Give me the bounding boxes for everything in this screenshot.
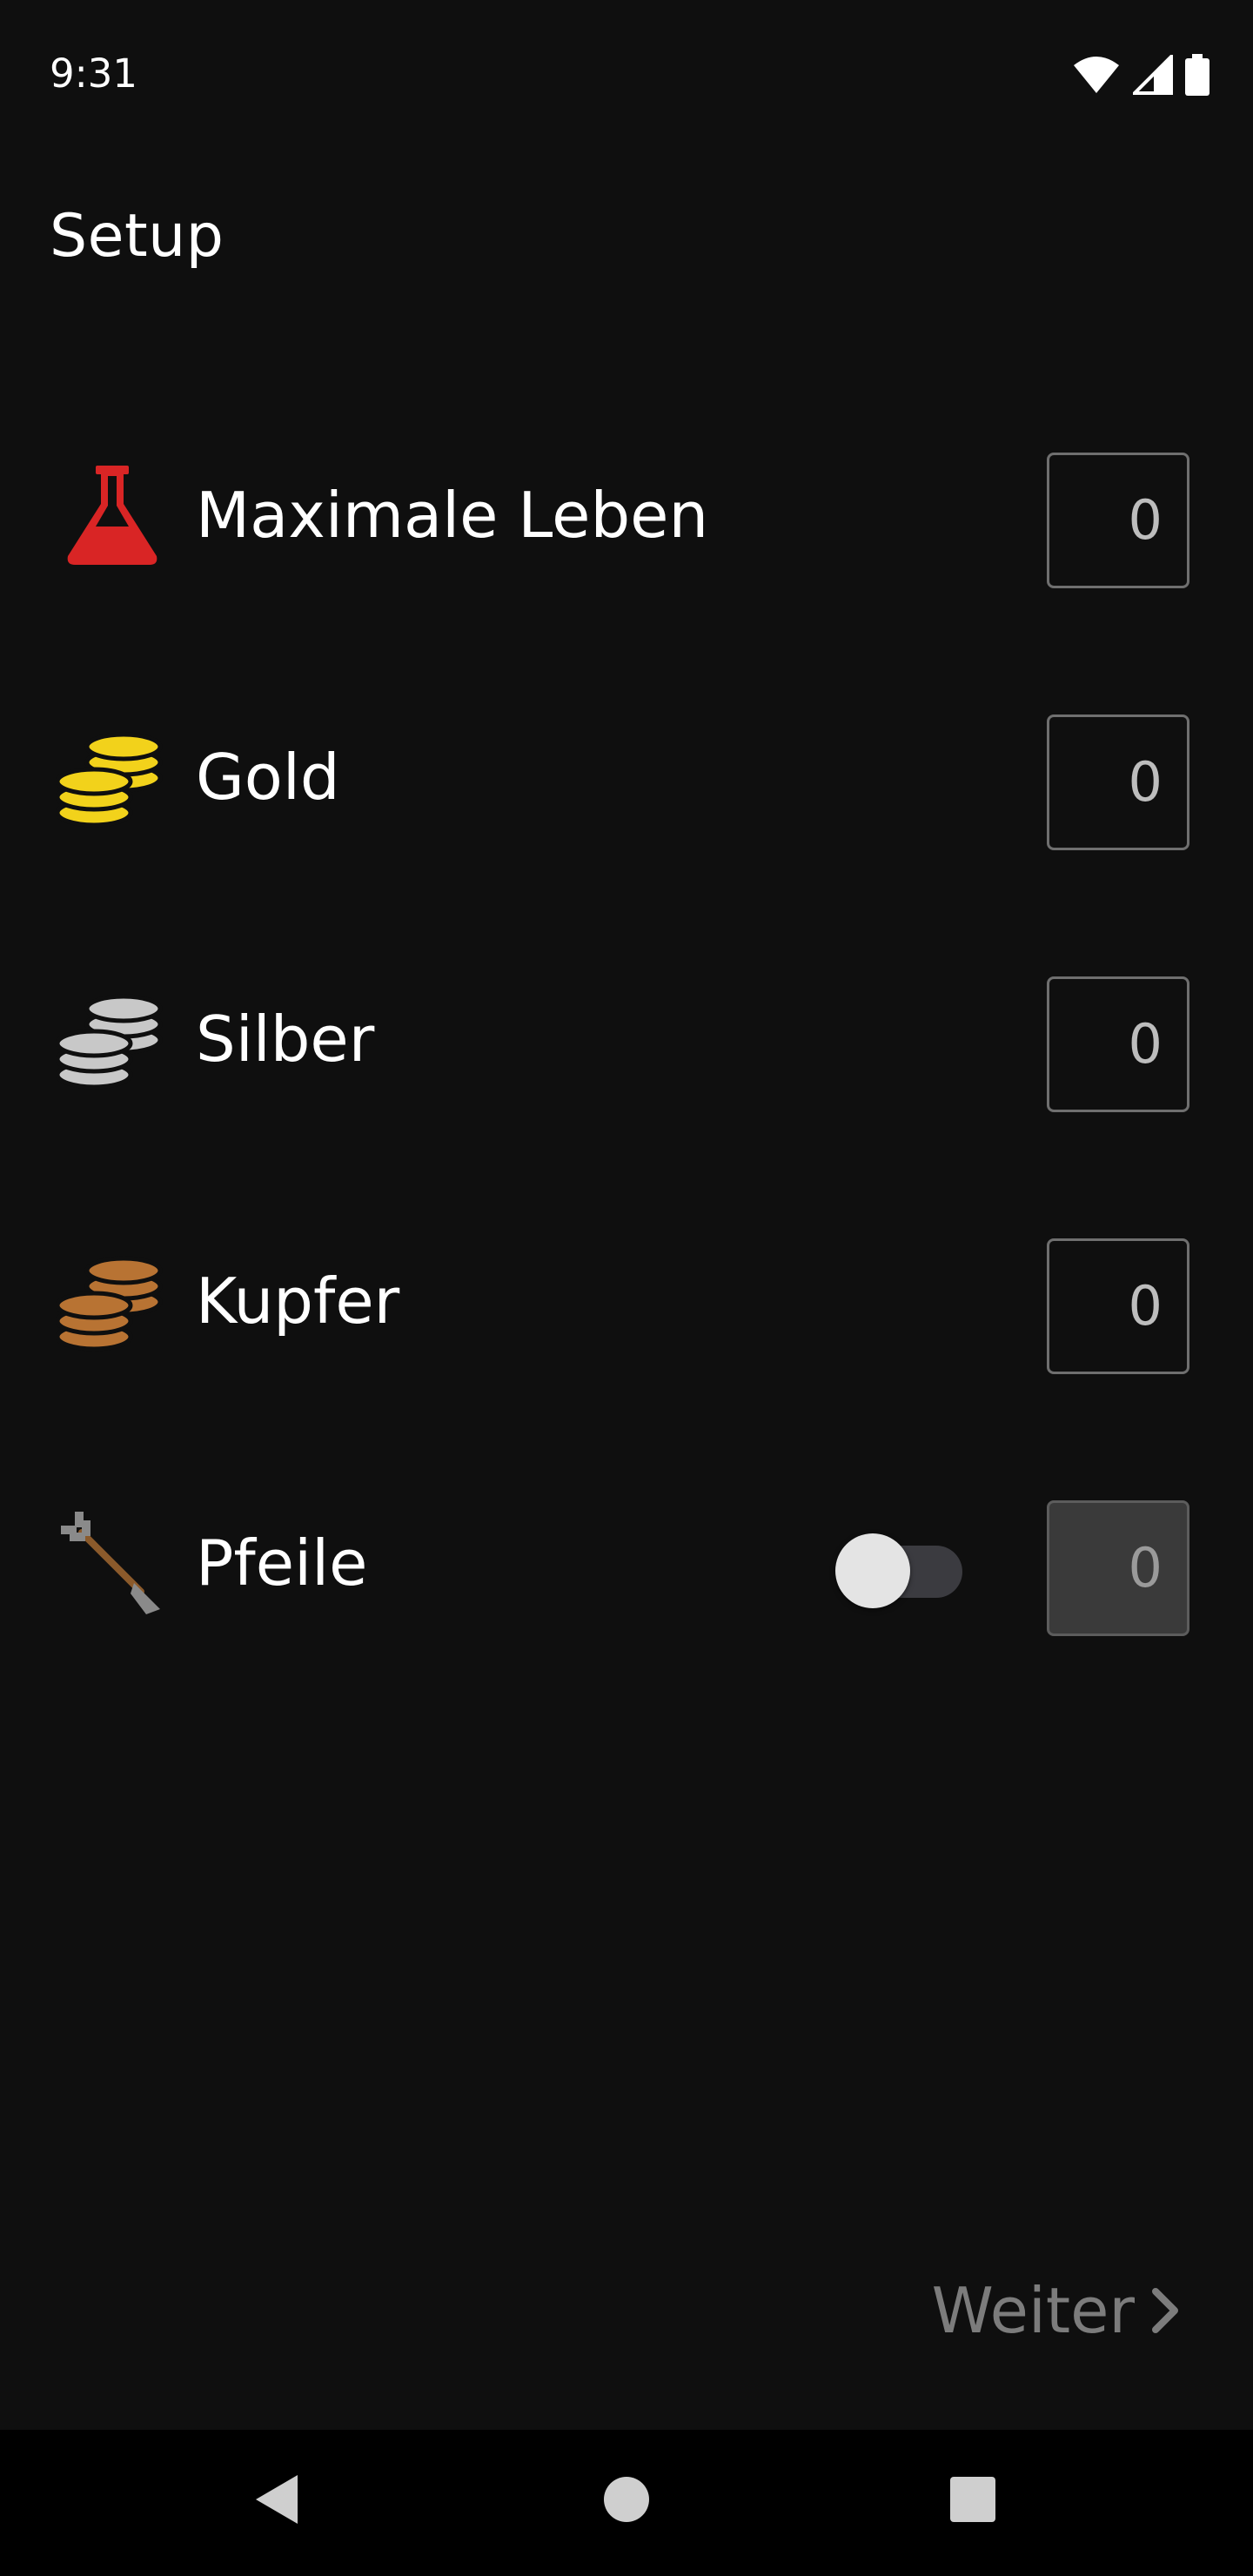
status-bar: 9:31: [0, 0, 1253, 148]
status-time: 9:31: [50, 50, 138, 97]
setting-row-silver: Silber 0: [0, 961, 1253, 1117]
signal-icon: [1133, 55, 1173, 95]
page-title: Setup: [50, 202, 224, 271]
arrows-toggle-thumb: [835, 1533, 910, 1608]
copper-input[interactable]: 0: [1047, 1238, 1189, 1374]
arrows-input: 0: [1047, 1500, 1189, 1636]
silver-input[interactable]: 0: [1047, 976, 1189, 1112]
status-icons: [1072, 52, 1209, 97]
silver-coins-icon: [56, 994, 163, 1090]
arrows-label: Pfeile: [196, 1526, 368, 1600]
recents-icon[interactable]: [938, 2465, 1008, 2534]
setting-row-gold: Gold 0: [0, 699, 1253, 855]
gold-coins-icon: [56, 732, 163, 828]
arrow-icon: [61, 1512, 160, 1614]
potion-flask-icon: [67, 466, 157, 565]
arrows-toggle[interactable]: [835, 1526, 962, 1608]
battery-icon: [1185, 54, 1209, 96]
setting-row-arrows: Pfeile 0: [0, 1485, 1253, 1641]
max-life-label: Maximale Leben: [196, 479, 709, 552]
setting-row-copper: Kupfer 0: [0, 1223, 1253, 1379]
back-icon[interactable]: [244, 2465, 313, 2534]
wifi-icon: [1074, 57, 1119, 93]
chevron-right-icon: [1152, 2288, 1178, 2333]
next-button-label: Weiter: [931, 2274, 1135, 2347]
setting-row-max-life: Maximale Leben 0: [0, 437, 1253, 594]
gold-input[interactable]: 0: [1047, 714, 1189, 850]
max-life-input[interactable]: 0: [1047, 453, 1189, 588]
copper-coins-icon: [56, 1256, 163, 1352]
next-button[interactable]: Weiter: [932, 2263, 1183, 2358]
silver-label: Silber: [196, 1003, 375, 1076]
navigation-bar: [0, 2430, 1253, 2576]
copper-label: Kupfer: [196, 1265, 400, 1338]
home-icon[interactable]: [592, 2465, 661, 2534]
gold-label: Gold: [196, 741, 340, 814]
